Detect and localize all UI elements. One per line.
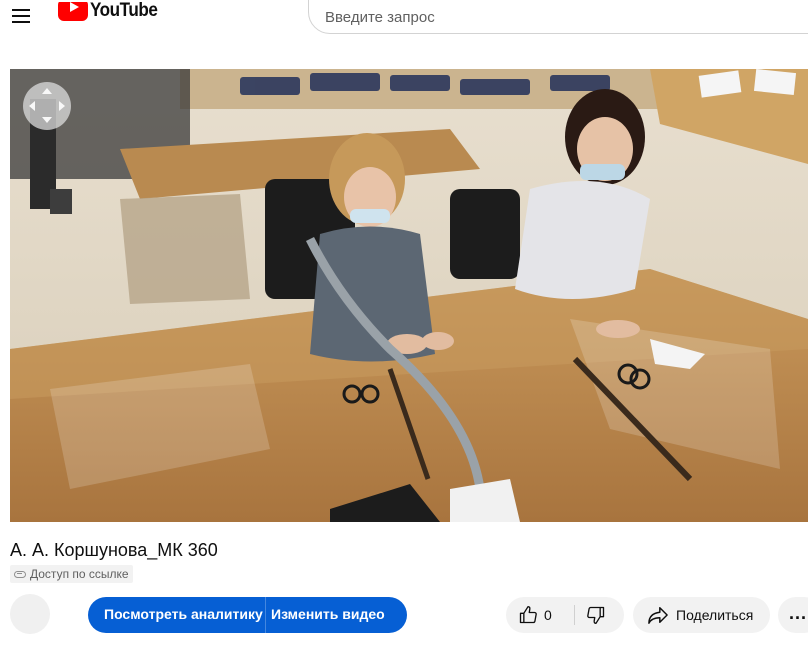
like-divider xyxy=(574,605,575,625)
like-button[interactable]: 0 xyxy=(518,605,552,625)
link-icon xyxy=(14,570,26,578)
view-analytics-button[interactable]: Посмотреть аналитику xyxy=(104,606,263,622)
thumb-up-icon xyxy=(519,606,537,624)
like-dislike-group: 0 xyxy=(506,597,624,633)
like-count: 0 xyxy=(544,607,552,623)
channel-avatar[interactable] xyxy=(10,594,50,634)
youtube-logo-text: YouTube xyxy=(90,2,158,21)
share-arrow-icon xyxy=(647,605,669,628)
more-actions-button[interactable]: ... xyxy=(778,597,808,633)
youtube-play-icon xyxy=(58,2,88,21)
search-placeholder: Введите запрос xyxy=(325,8,435,26)
360-navigation-icon[interactable] xyxy=(23,82,71,130)
visibility-badge: Доступ по ссылке xyxy=(10,565,133,583)
more-horizontal-icon: ... xyxy=(789,603,808,623)
search-input[interactable]: Введите запрос xyxy=(308,0,808,34)
pan-down-icon xyxy=(42,117,52,123)
hamburger-menu-icon[interactable] xyxy=(12,9,30,23)
owner-actions: Посмотреть аналитику Изменить видео xyxy=(88,597,407,633)
pan-left-icon xyxy=(29,101,35,111)
thumb-down-icon xyxy=(587,606,605,624)
edit-video-button[interactable]: Изменить видео xyxy=(271,606,385,622)
dislike-button[interactable] xyxy=(586,605,606,628)
pan-up-icon xyxy=(42,88,52,94)
share-button[interactable]: Поделиться xyxy=(633,597,770,633)
video-title: А. А. Коршунова_МК 360 xyxy=(10,540,218,560)
share-label: Поделиться xyxy=(676,607,754,623)
youtube-logo[interactable]: YouTube xyxy=(58,2,165,26)
video-frame xyxy=(10,69,808,522)
video-player[interactable] xyxy=(10,69,808,522)
visibility-label: Доступ по ссылке xyxy=(30,567,129,581)
pan-right-icon xyxy=(59,101,65,111)
owner-actions-divider xyxy=(265,597,266,633)
